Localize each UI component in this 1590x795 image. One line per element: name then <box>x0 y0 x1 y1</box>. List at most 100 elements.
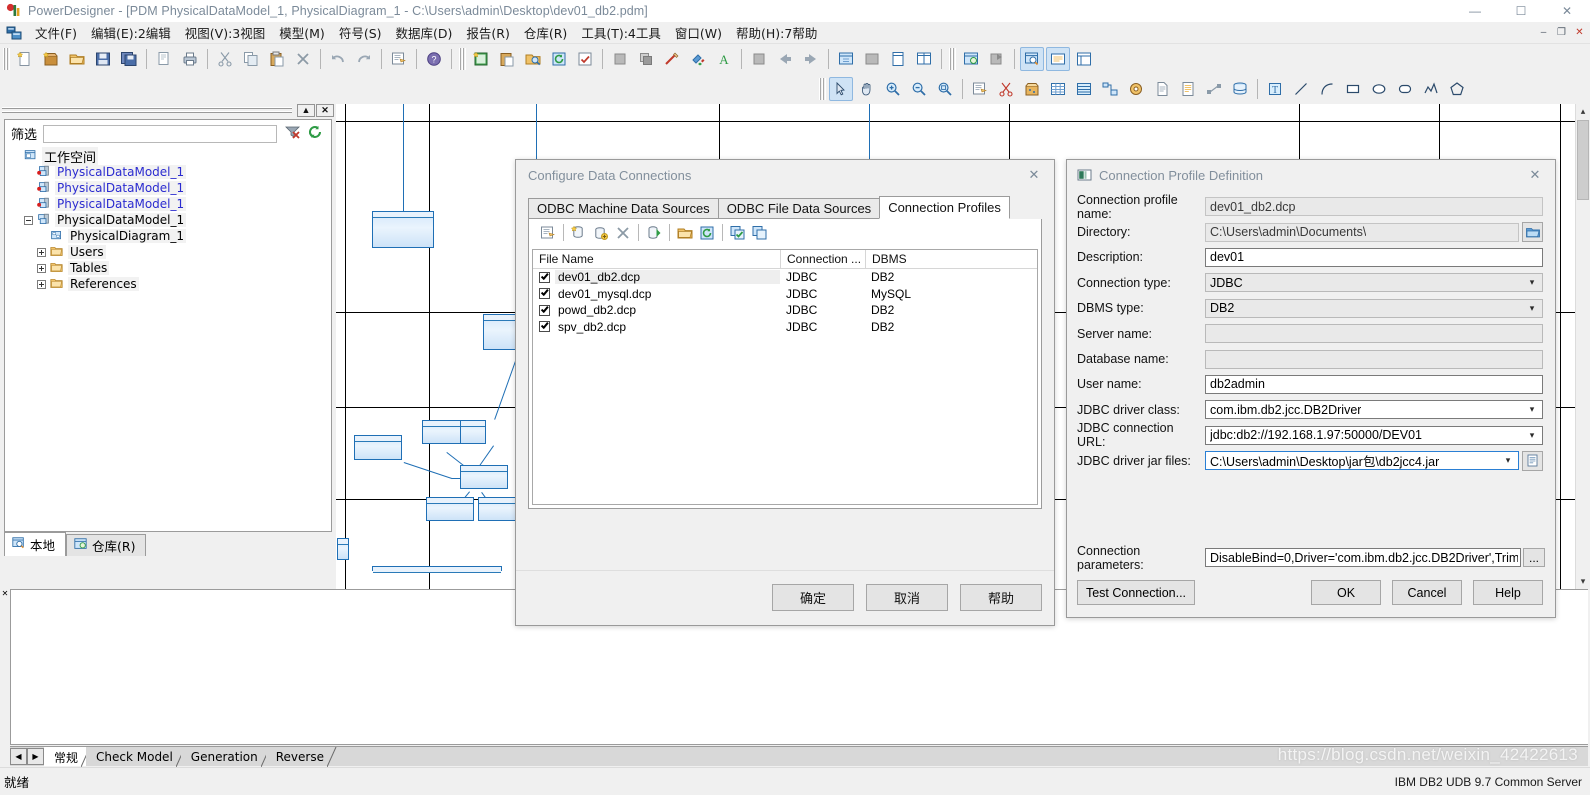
column-header[interactable]: Connection ... <box>780 250 865 268</box>
server-name-input[interactable] <box>1205 324 1543 344</box>
dialog2-title-bar[interactable]: Connection Profile Definition ✕ <box>1067 160 1555 190</box>
dbms-type-select[interactable]: DB2 ▾ <box>1205 298 1543 318</box>
fill-color-icon[interactable] <box>608 47 632 71</box>
group-icon[interactable] <box>747 47 771 71</box>
dialog1-cancel-button[interactable]: 取消 <box>866 584 948 611</box>
test-connection-icon[interactable] <box>643 222 665 244</box>
check-model-icon[interactable] <box>573 47 597 71</box>
output-tab-reverse[interactable]: Reverse <box>265 747 337 767</box>
column-header[interactable]: DBMS <box>865 250 1025 268</box>
pan-icon[interactable] <box>855 77 879 101</box>
dialog2-cancel-button[interactable]: Cancel <box>1392 580 1462 605</box>
tab-connection-profiles[interactable]: Connection Profiles <box>879 196 1010 219</box>
tree-node-physical-diagram[interactable]: PhysicalDiagram_1 <box>11 228 331 244</box>
new-package-icon[interactable] <box>39 47 63 71</box>
output-tab-general[interactable]: 常规 <box>44 747 91 767</box>
row-checkbox[interactable] <box>539 304 550 316</box>
database-icon[interactable] <box>1228 77 1252 101</box>
tree-node-users[interactable]: Users <box>11 244 331 260</box>
row-checkbox[interactable] <box>539 288 550 300</box>
table-icon[interactable] <box>1046 77 1070 101</box>
filter-clear-icon[interactable] <box>285 125 301 142</box>
model-options-icon[interactable] <box>834 47 858 71</box>
rectangle-icon[interactable] <box>1341 77 1365 101</box>
save-icon[interactable] <box>91 47 115 71</box>
expand-icon[interactable] <box>37 263 46 273</box>
tree-node-pdm-2[interactable]: PhysicalDataModel_1 <box>11 180 331 196</box>
connection-profile-row[interactable]: dev01_mysql.dcp JDBC MySQL <box>533 286 1037 303</box>
toolbar-grip[interactable] <box>459 47 466 70</box>
page-setup-icon[interactable] <box>886 47 910 71</box>
diagram-table[interactable] <box>354 435 402 460</box>
delete-icon[interactable] <box>612 222 634 244</box>
menu-report[interactable]: 报告(R) <box>459 21 516 44</box>
diagram-table[interactable] <box>372 566 502 573</box>
find-objects-icon[interactable] <box>521 47 545 71</box>
open-icon[interactable] <box>65 47 89 71</box>
output-tab-check-model[interactable]: Check Model <box>86 747 186 767</box>
row-checkbox[interactable] <box>539 321 550 333</box>
collapse-icon[interactable] <box>24 215 33 225</box>
text-icon[interactable]: T <box>1263 77 1287 101</box>
menu-database[interactable]: 数据库(D) <box>389 21 460 44</box>
browser-tab-repository[interactable]: 仓库(R) <box>66 534 147 556</box>
toolbar-grip[interactable] <box>819 77 826 100</box>
tree-node-pdm-1[interactable]: PhysicalDataModel_1 <box>11 164 331 180</box>
browser-close-button[interactable]: ✕ <box>316 104 334 117</box>
tree-node-pdm-3[interactable]: PhysicalDataModel_1 <box>11 196 331 212</box>
rounded-rect-icon[interactable] <box>1393 77 1417 101</box>
folder-browse-icon[interactable] <box>1522 222 1543 243</box>
display-preferences-icon[interactable] <box>860 47 884 71</box>
connection-params-input[interactable]: DisableBind=0,Driver='com.ibm.db2.jcc.DB… <box>1205 548 1521 568</box>
ellipse-icon[interactable] <box>1367 77 1391 101</box>
diagram-table[interactable] <box>460 420 486 444</box>
column-header[interactable]: File Name <box>533 250 780 268</box>
output-tab-next[interactable]: ▶ <box>27 748 44 765</box>
tree-node-pdm-4[interactable]: PhysicalDataModel_1 <box>11 212 331 228</box>
tab-odbc-file-data-sources[interactable]: ODBC File Data Sources <box>717 198 881 219</box>
menu-symbol[interactable]: 符号(S) <box>332 21 389 44</box>
menu-tools[interactable]: 工具(T):4工具 <box>574 21 668 44</box>
browser-tab-local[interactable]: 本地 <box>4 532 67 556</box>
scroll-down-arrow[interactable]: ▾ <box>1576 574 1590 589</box>
zoom-out-icon[interactable] <box>907 77 931 101</box>
polygon-icon[interactable] <box>1445 77 1469 101</box>
file-icon[interactable] <box>1150 77 1174 101</box>
reference-link[interactable] <box>869 104 870 164</box>
tree-node-references[interactable]: References <box>11 276 331 292</box>
dialog2-ok-button[interactable]: OK <box>1311 580 1381 605</box>
tree-node-tables[interactable]: Tables <box>11 260 331 276</box>
menu-edit[interactable]: 编辑(E):2编辑 <box>84 21 178 44</box>
polyline-icon[interactable] <box>1419 77 1443 101</box>
pointer-icon[interactable] <box>829 76 853 101</box>
local-browser-icon[interactable] <box>1020 46 1044 71</box>
file-browse-icon[interactable] <box>1522 450 1543 471</box>
package-icon[interactable] <box>1020 77 1044 101</box>
diagram-table[interactable] <box>460 465 508 489</box>
menu-window[interactable]: 窗口(W) <box>668 21 729 44</box>
repository-browser-icon[interactable] <box>959 47 983 71</box>
scissors-icon[interactable] <box>994 77 1018 101</box>
zoom-in-icon[interactable] <box>881 77 905 101</box>
close-button[interactable]: ✕ <box>1544 0 1590 22</box>
diagram-table[interactable] <box>426 497 474 521</box>
dialog1-close-button[interactable]: ✕ <box>1014 160 1054 189</box>
driver-class-select[interactable]: com.ibm.db2.jcc.DB2Driver ▾ <box>1205 400 1543 420</box>
tab-odbc-machine-data-sources[interactable]: ODBC Machine Data Sources <box>528 198 719 219</box>
refresh-icon[interactable] <box>307 125 323 142</box>
expand-icon[interactable] <box>37 247 46 257</box>
new-diagram-icon[interactable] <box>469 47 493 71</box>
undo-icon[interactable] <box>326 47 350 71</box>
dialog2-close-button[interactable]: ✕ <box>1515 160 1555 189</box>
menu-file[interactable]: 文件(F) <box>28 21 84 44</box>
maximize-button[interactable]: ☐ <box>1498 0 1544 22</box>
test-connection-button[interactable]: Test Connection... <box>1077 580 1195 605</box>
link-icon[interactable] <box>1202 77 1226 101</box>
line-style-icon[interactable] <box>660 47 684 71</box>
consolidate-icon[interactable] <box>985 47 1009 71</box>
diagram-table[interactable] <box>372 211 434 248</box>
dialog1-title-bar[interactable]: Configure Data Connections ✕ <box>516 160 1054 190</box>
note-icon[interactable] <box>1176 77 1200 101</box>
reference-link[interactable] <box>479 445 494 466</box>
delete-icon[interactable] <box>291 47 315 71</box>
